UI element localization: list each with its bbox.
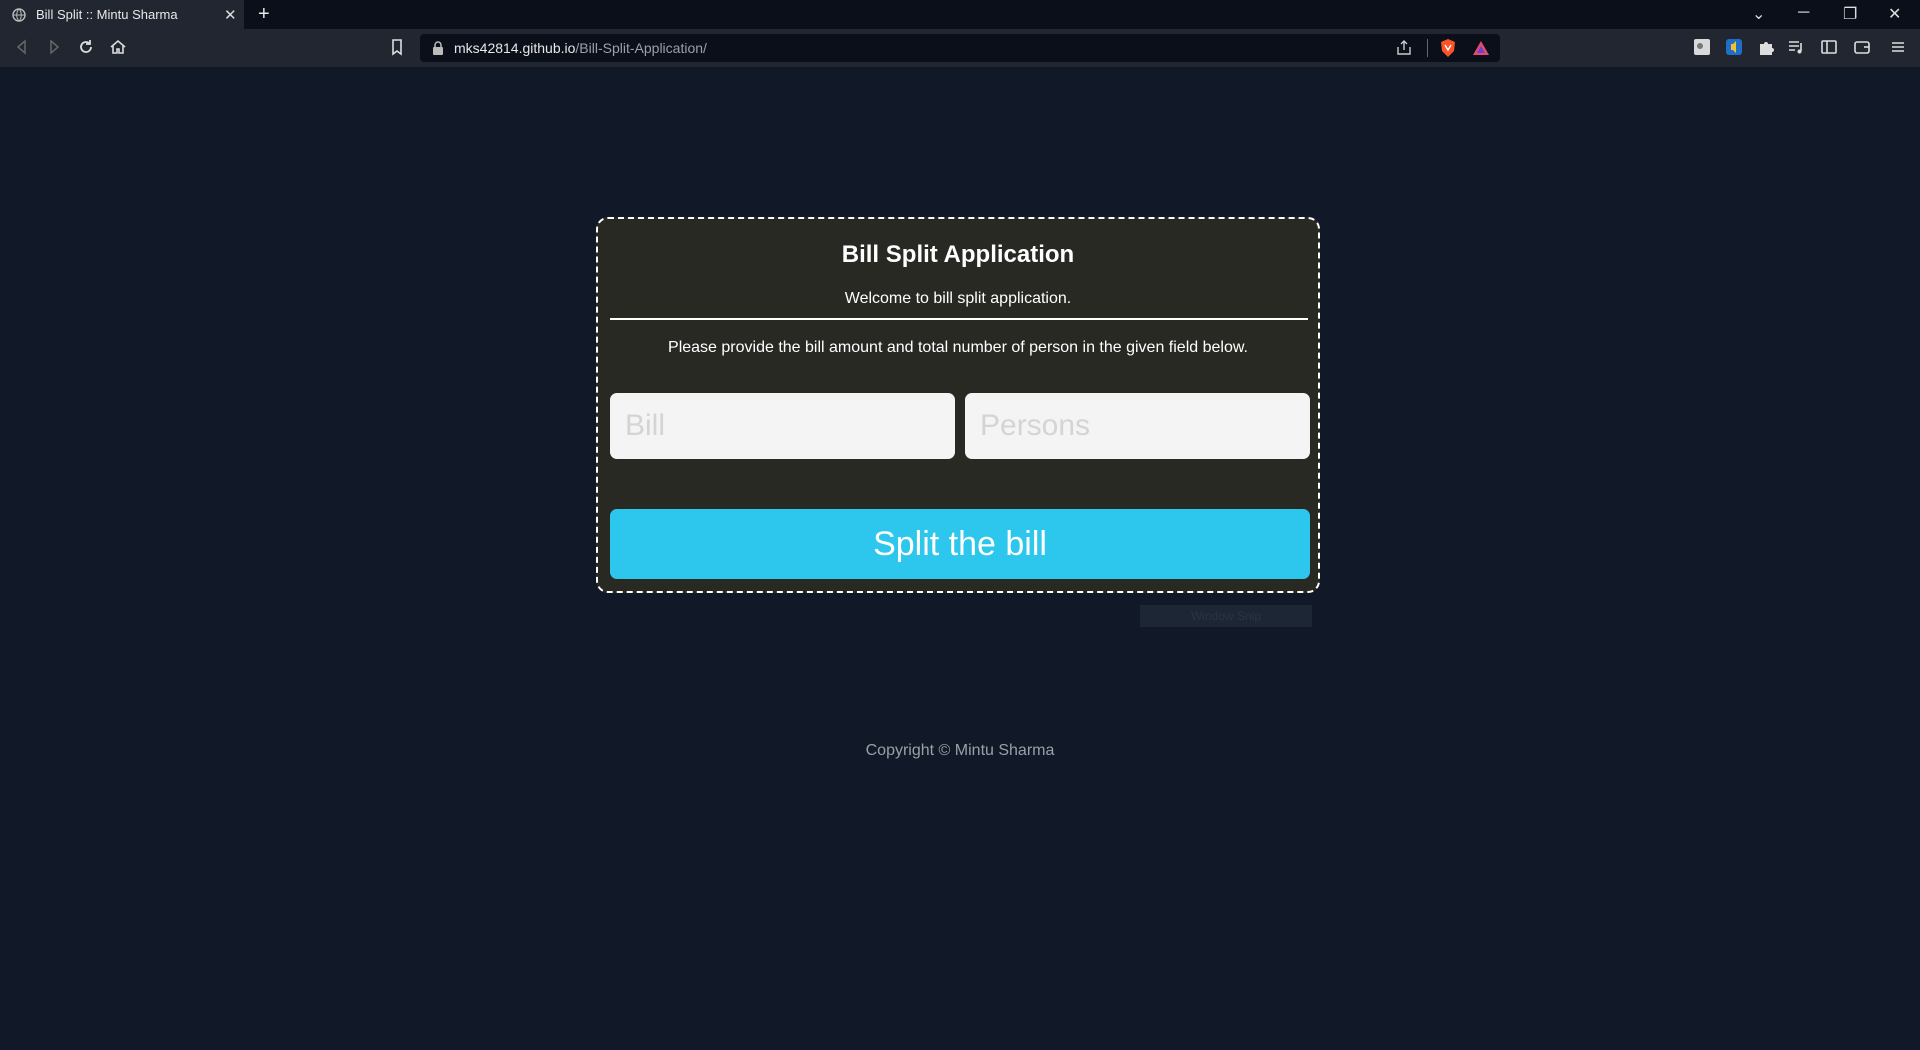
extensions-puzzle-icon[interactable] <box>1756 37 1776 57</box>
url-host: mks42814.github.io <box>454 40 576 56</box>
bookmark-icon[interactable] <box>386 36 408 58</box>
instructions-text: Please provide the bill amount and total… <box>668 339 1248 356</box>
tab-strip: Bill Split :: Mintu Sharma ✕ + ⌄ ─ ❐ ✕ <box>0 0 1920 29</box>
forward-icon[interactable] <box>43 36 65 58</box>
url-path: /Bill-Split-Application/ <box>575 40 707 56</box>
divider <box>610 318 1308 320</box>
window-snip-overlay: Window Snip <box>1140 605 1312 627</box>
window-close-icon[interactable]: ✕ <box>1888 4 1901 24</box>
tab-search-chevron-icon[interactable]: ⌄ <box>1752 4 1765 24</box>
url-text: mks42814.github.io/Bill-Split-Applicatio… <box>454 40 707 56</box>
menu-icon[interactable] <box>1888 37 1908 57</box>
lock-icon <box>433 41 443 55</box>
page-title: Bill Split Application <box>841 241 1075 268</box>
bill-split-card: Bill Split Application Welcome to bill s… <box>596 217 1320 593</box>
back-icon[interactable] <box>11 36 33 58</box>
copyright-footer: Copyright © Mintu Sharma <box>865 742 1055 759</box>
globe-icon <box>12 8 26 22</box>
restore-icon[interactable]: ❐ <box>1843 4 1857 24</box>
close-tab-icon[interactable]: ✕ <box>224 6 237 24</box>
bill-input[interactable] <box>610 393 955 459</box>
extension-audio-icon[interactable] <box>1724 37 1744 57</box>
playlist-icon[interactable] <box>1786 37 1806 57</box>
sidebar-icon[interactable] <box>1819 37 1839 57</box>
browser-tab[interactable]: Bill Split :: Mintu Sharma ✕ <box>0 0 244 29</box>
minimize-icon[interactable]: ─ <box>1798 4 1809 22</box>
browser-toolbar: mks42814.github.io/Bill-Split-Applicatio… <box>0 29 1920 67</box>
address-bar[interactable]: mks42814.github.io/Bill-Split-Applicatio… <box>420 34 1500 62</box>
split-bill-button[interactable]: Split the bill <box>610 509 1310 579</box>
new-tab-icon[interactable]: + <box>258 3 270 26</box>
wallet-icon[interactable] <box>1852 37 1872 57</box>
url-divider <box>1427 39 1428 57</box>
brave-rewards-icon[interactable] <box>1472 39 1490 57</box>
tab-title: Bill Split :: Mintu Sharma <box>36 7 178 22</box>
extension-image-icon[interactable] <box>1692 37 1712 57</box>
reload-icon[interactable] <box>75 36 97 58</box>
share-icon[interactable] <box>1395 39 1413 57</box>
home-icon[interactable] <box>107 36 129 58</box>
welcome-text: Welcome to bill split application. <box>844 290 1072 307</box>
persons-input[interactable] <box>965 393 1310 459</box>
brave-shields-icon[interactable] <box>1439 38 1457 58</box>
